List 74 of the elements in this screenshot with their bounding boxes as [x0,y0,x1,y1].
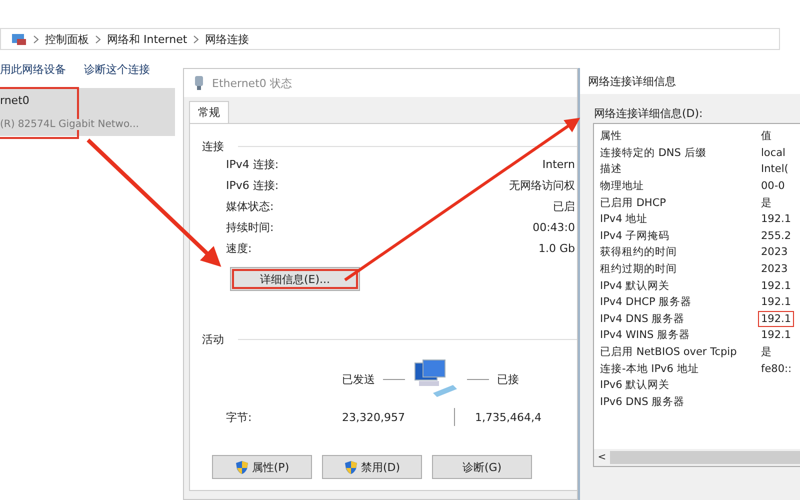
window-title: 网络连接详细信息 [580,68,800,94]
toolbar-command[interactable]: 诊断这个连接 [84,62,150,77]
property-cell-text: 已启用 NetBIOS over Tcpip [599,345,738,360]
field-value: Intern [542,158,575,171]
details-button[interactable]: 详细信息(E)... [230,267,360,291]
property-cell-text: IPv4 DHCP 服务器 [599,295,693,310]
field-label: IPv4 连接: [226,157,279,172]
property-cell-text: 获得租约的时间 [599,245,678,260]
group-title: 连接 [202,138,224,154]
chevron-icon [95,34,101,44]
group-title: 活动 [202,332,224,346]
field-label: IPv6 连接: [226,178,279,193]
toolbar-command[interactable]: 用此网络设备 [0,62,66,77]
value-cell-text: 192.1 [760,295,792,310]
value-cell-text: 是 [760,196,773,211]
value-cell-text: 是 [760,345,773,360]
dialog-button[interactable]: 诊断(G) [432,455,532,479]
chevron-icon [33,34,39,44]
value-cell-text: Intel( [760,162,790,178]
tab[interactable]: 常规 [189,101,229,123]
field-value: 无网络访问权 [509,178,575,193]
value-cell-text: 192.1 [760,212,792,228]
field-label: 速度: [226,241,252,256]
column-header[interactable]: 值 [758,128,794,144]
horizontal-scrollbar[interactable]: < [594,449,800,466]
received-label: 已接 [497,372,519,386]
dialog-button[interactable]: 属性(P) [212,455,312,479]
field-value: 已启 [553,199,575,214]
network-adapter-icon [194,75,204,91]
value-cell-text: fe80:: [760,362,793,377]
field-label: 持续时间: [226,220,274,235]
property-cell-text: 物理地址 [599,179,645,194]
property-cell-text: IPv4 DNS 服务器 [599,312,686,326]
field-label: 媒体状态: [226,199,274,214]
field-value: 1.0 Gb [538,242,575,255]
value-cell-text: local [760,146,786,161]
value-cell-text: 00-0 [760,179,786,194]
field-value: 00:43:0 [532,221,575,234]
highlight-frame: 192.1 [758,310,794,327]
column-header[interactable]: 属性 [594,129,758,144]
property-cell-text: 租约过期的时间 [599,262,678,276]
value-cell-text: 192.1 [760,328,792,344]
property-cell-text: IPv4 子网掩码 [599,228,671,243]
breadcrumb-item[interactable]: 控制面板 [45,32,89,46]
bytes-sent: 23,320,957 [342,410,406,424]
window-title: Ethernet0 状态 [212,76,292,90]
connection-item[interactable]: rnet0 (R) 82574L Gigabit Netwo... [0,88,175,136]
value-cell-text: 255.2 [760,228,792,244]
chevron-icon [193,34,200,44]
value-cell-text: 192.1 [760,278,792,294]
connection-device: (R) 82574L Gigabit Netwo... [0,119,139,130]
network-folder-icon [11,32,27,46]
property-cell-text: 连接特定的 DNS 后缀 [599,146,708,160]
breadcrumb-item[interactable]: 网络和 Internet [107,32,188,46]
sent-label: 已发送 [342,372,375,386]
property-cell-text: 描述 [599,162,623,176]
property-cell-text: IPv4 默认网关 [599,278,671,293]
property-cell-text: 连接-本地 IPv6 地址 [599,362,700,376]
scroll-left-button[interactable]: < [594,452,610,463]
network-computers-icon [413,359,459,399]
list-label: 网络连接详细信息(D): [593,106,704,122]
property-cell-text: IPv4 WINS 服务器 [599,328,691,342]
connection-name: rnet0 [0,94,30,107]
dialog-button[interactable]: 禁用(D) [322,455,422,479]
address-bar[interactable]: 控制面板 网络和 Internet 网络连接 [0,28,780,50]
bytes-label: 字节: [226,410,253,424]
property-cell-text: IPv4 地址 [599,212,649,226]
value-cell-text: 2023 [760,262,789,278]
value-cell-text: 2023 [760,245,789,260]
breadcrumb-item[interactable]: 网络连接 [205,32,250,46]
property-cell-text: 已启用 DHCP [599,196,667,210]
property-cell-text: IPv6 DNS 服务器 [599,394,686,409]
property-cell-text: IPv6 默认网关 [599,378,671,392]
bytes-received: 1,735,464,4 [475,410,542,424]
